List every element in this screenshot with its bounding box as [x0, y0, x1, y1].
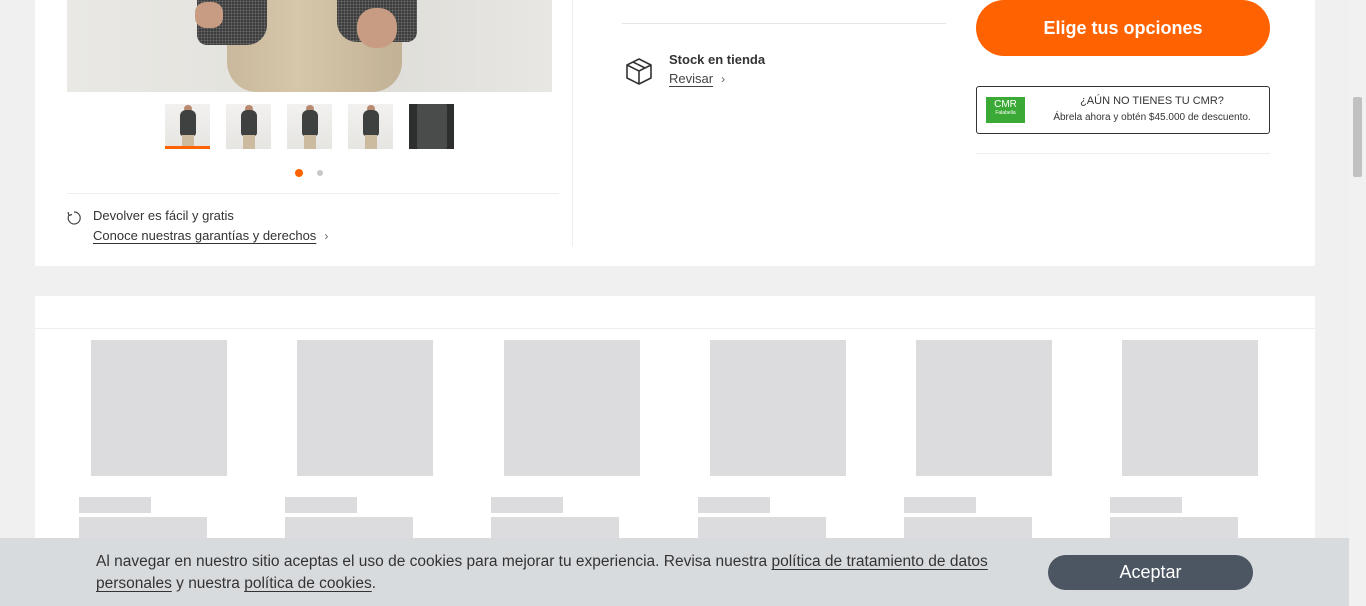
return-title: Devolver es fácil y gratis [93, 208, 234, 223]
cookie-text-1: Al navegar en nuestro sitio aceptas el u… [96, 553, 772, 570]
cookie-policy-link[interactable]: política de cookies [244, 575, 372, 592]
thumbnail-strip [165, 104, 454, 149]
column-divider [572, 0, 573, 246]
refresh-icon [67, 211, 81, 225]
thumbnail-5[interactable] [409, 104, 454, 149]
stock-check-link[interactable]: Revisar › [669, 71, 725, 86]
return-link-label: Conoce nuestras garantías y derechos [93, 228, 317, 243]
box-icon [626, 58, 652, 85]
thumbnail-4[interactable] [348, 104, 393, 149]
cmr-logo-sub: Falabella [995, 110, 1016, 116]
scrollbar-thumb[interactable] [1353, 97, 1362, 177]
carousel-dot-1[interactable] [295, 169, 303, 177]
cmr-promo-banner[interactable]: CMR Falabella ¿AÚN NO TIENES TU CMR? Ábre… [976, 86, 1270, 134]
cmr-title: ¿AÚN NO TIENES TU CMR? [1080, 95, 1224, 107]
stock-link-label: Revisar [669, 71, 714, 86]
carousel-dot-2[interactable] [317, 170, 323, 176]
skeleton-product-image [916, 340, 1052, 476]
skeleton-product-image [297, 340, 433, 476]
product-card: Devolver es fácil y gratis Conoce nuestr… [35, 0, 1315, 266]
accept-cookies-button[interactable]: Aceptar [1048, 555, 1253, 590]
skeleton-text-line [698, 497, 770, 513]
skeleton-text-line [79, 497, 151, 513]
chevron-right-icon: › [324, 229, 329, 243]
skeleton-product-image [710, 340, 846, 476]
skeleton-product-image [91, 340, 227, 476]
return-link[interactable]: Conoce nuestras garantías y derechos › [93, 228, 328, 243]
product-image-hand-left [195, 2, 223, 28]
product-main-image[interactable] [67, 0, 552, 92]
stock-title: Stock en tienda [669, 52, 766, 67]
divider [35, 328, 1315, 329]
divider [67, 193, 559, 194]
thumbnail-1[interactable] [165, 104, 210, 149]
cmr-logo-text: CMR [994, 99, 1017, 110]
product-image-hand-right [357, 8, 397, 48]
divider [622, 23, 946, 24]
skeleton-text-line [491, 497, 563, 513]
cookie-text-3: . [371, 575, 377, 592]
skeleton-text-line [904, 497, 976, 513]
cookie-banner: Al navegar en nuestro sitio aceptas el u… [0, 538, 1349, 606]
cmr-subtitle: Ábrela ahora y obtén $45.000 de descuent… [1053, 112, 1251, 123]
cookie-text-2: y nuestra [171, 575, 245, 592]
cmr-logo: CMR Falabella [986, 97, 1025, 123]
skeleton-text-line [1110, 497, 1182, 513]
thumbnail-3[interactable] [287, 104, 332, 149]
choose-options-button[interactable]: Elige tus opciones [976, 0, 1270, 56]
skeleton-product-image [504, 340, 640, 476]
skeleton-product-image [1122, 340, 1258, 476]
divider [976, 153, 1270, 154]
skeleton-text-line [285, 497, 357, 513]
carousel-dots [295, 169, 324, 177]
scrollbar[interactable] [1349, 0, 1366, 606]
cookie-message: Al navegar en nuestro sitio aceptas el u… [96, 551, 1026, 595]
chevron-right-icon: › [721, 72, 726, 86]
thumbnail-2[interactable] [226, 104, 271, 149]
